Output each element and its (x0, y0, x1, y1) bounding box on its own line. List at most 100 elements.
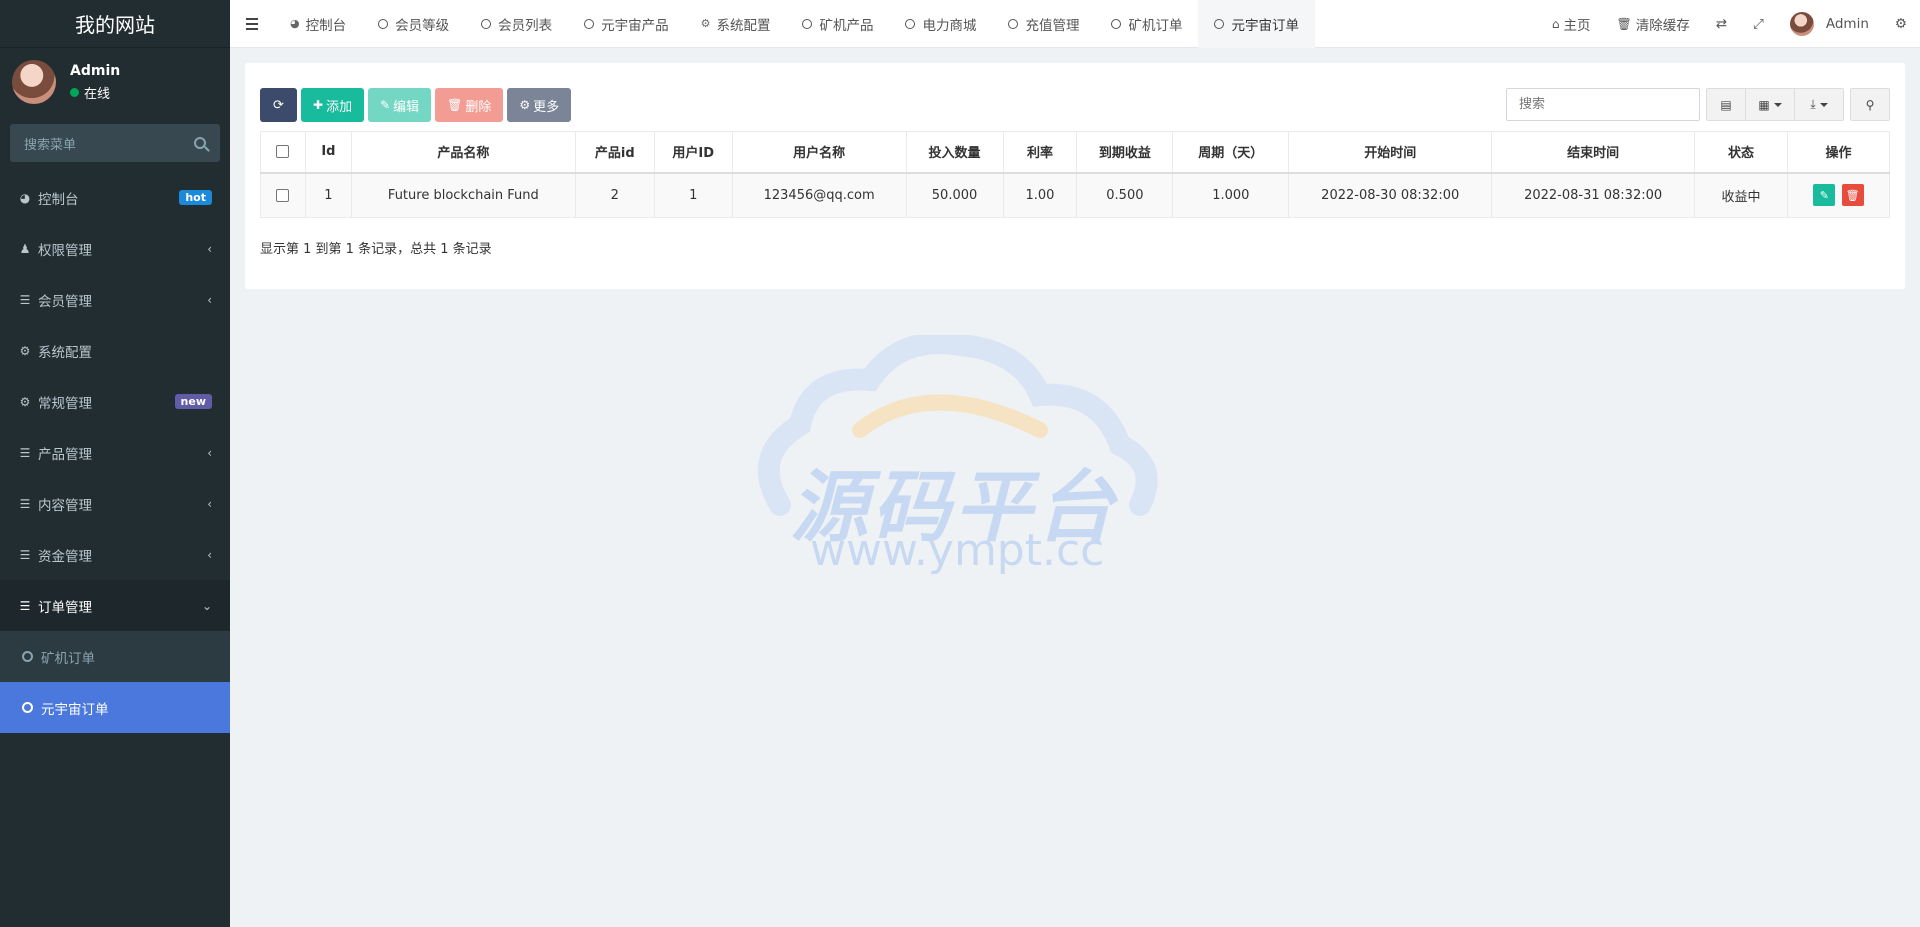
list-icon: ☰ (19, 445, 31, 460)
sidebar-item-system-config[interactable]: ⚙ 系统配置 (0, 325, 230, 376)
columns-button[interactable]: ▦ (1746, 88, 1795, 121)
column-header[interactable]: 开始时间 (1288, 131, 1493, 174)
site-brand[interactable]: 我的网站 (0, 0, 230, 48)
table-row[interactable]: 1 Future blockchain Fund 2 1 123456@qq.c… (260, 172, 1891, 218)
tab-power-mall[interactable]: 电力商城 (889, 0, 992, 48)
cell-operations: ✎ 🗑 (1786, 172, 1891, 218)
export-icon: ⤓ (1810, 97, 1816, 111)
search-icon[interactable] (194, 137, 206, 149)
tab-label: 矿机订单 (1128, 17, 1183, 34)
delete-label: 删除 (465, 98, 492, 114)
sidebar-item-label: 产品管理 (38, 446, 92, 463)
advanced-search-button[interactable]: ⚲ (1850, 88, 1890, 121)
column-header[interactable]: 用户ID (653, 131, 733, 174)
tab-miner-orders[interactable]: 矿机订单 (1095, 0, 1198, 48)
chevron-down-icon: ⌄ (201, 598, 212, 613)
tab-label: 会员列表 (498, 17, 553, 34)
cell-status: 收益中 (1694, 172, 1788, 218)
tab-label: 电力商城 (922, 17, 977, 34)
column-header[interactable]: 到期收益 (1076, 131, 1174, 174)
cell-maturity-income: 0.500 (1076, 172, 1174, 218)
tab-recharge[interactable]: 充值管理 (992, 0, 1095, 48)
top-navbar: ◕ 控制台 会员等级 会员列表 元宇宙产品 ⚙ 系统配置 矿机产品 电力商城 充值管… (230, 0, 1920, 48)
tab-dashboard[interactable]: ◕ 控制台 (274, 0, 362, 48)
sidebar-subitem-metaverse-orders[interactable]: 元宇宙订单 (0, 682, 230, 733)
tab-metaverse-products[interactable]: 元宇宙产品 (568, 0, 685, 48)
toolbar: ⟳ ✚ 添加 ✎ 编辑 🗑 删除 ⚙ 更多 (260, 88, 572, 122)
trash-icon: 🗑 (1845, 188, 1860, 202)
chevron-left-icon: ‹ (207, 547, 212, 562)
tab-member-levels[interactable]: 会员等级 (362, 0, 465, 48)
sidebar-menu: ◕ 控制台 hot ♟ 权限管理 ‹ ☰ 会员管理 ‹ ⚙ 系统配置 ⚙ 常规管… (0, 172, 230, 631)
sidebar-item-permissions[interactable]: ♟ 权限管理 ‹ (0, 223, 230, 274)
caret-down-icon (1773, 102, 1782, 107)
tab-metaverse-orders[interactable]: 元宇宙订单 (1198, 0, 1315, 48)
add-label: 添加 (326, 98, 353, 114)
add-button[interactable]: ✚ 添加 (301, 88, 365, 122)
circle-icon (22, 702, 33, 713)
table-tools: ▤ ▦ ⤓ ⚲ (1506, 88, 1890, 121)
sidebar-item-content[interactable]: ☰ 内容管理 ‹ (0, 478, 230, 529)
toggle-view-button[interactable]: ▤ (1706, 88, 1746, 121)
caret-down-icon (1819, 102, 1828, 107)
table-search-input[interactable] (1506, 88, 1700, 121)
cell-user-id: 1 (653, 172, 733, 218)
column-header[interactable]: Id (304, 131, 352, 174)
column-header[interactable]: 产品名称 (350, 131, 576, 174)
tab-label: 控制台 (305, 17, 347, 34)
hamburger-icon[interactable] (230, 17, 274, 30)
row-select-cell (260, 172, 306, 218)
tab-label: 元宇宙产品 (601, 17, 669, 34)
chevron-left-icon: ‹ (207, 496, 212, 511)
sidebar-item-label: 会员管理 (38, 293, 92, 310)
more-button[interactable]: ⚙ 更多 (507, 88, 572, 122)
search-icon: ⚲ (1865, 97, 1875, 112)
tab-member-list[interactable]: 会员列表 (465, 0, 568, 48)
sidebar-item-label: 资金管理 (38, 548, 92, 565)
clear-cache-button[interactable]: 🗑 清除缓存 (1604, 0, 1703, 48)
column-header[interactable]: 利率 (1002, 131, 1078, 174)
column-header[interactable]: 用户名称 (731, 131, 907, 174)
column-header[interactable]: 状态 (1694, 131, 1788, 174)
language-icon[interactable]: ⇄ (1703, 0, 1740, 48)
menu-search-placeholder: 搜索菜单 (24, 137, 77, 153)
dashboard-icon: ◕ (290, 17, 300, 30)
export-button[interactable]: ⤓ (1795, 88, 1844, 121)
row-checkbox[interactable] (276, 188, 290, 202)
refresh-button[interactable]: ⟳ (260, 88, 297, 122)
column-header[interactable]: 周期（天） (1172, 131, 1290, 174)
pencil-icon: ✎ (1819, 188, 1830, 202)
sidebar-item-products[interactable]: ☰ 产品管理 ‹ (0, 427, 230, 478)
column-header[interactable]: 产品id (574, 131, 655, 174)
watermark-url: www.ympt.cc (810, 525, 1105, 576)
settings-icon[interactable]: ⚙ (1882, 0, 1920, 48)
cell-id: 1 (304, 172, 352, 218)
select-all-checkbox[interactable] (276, 145, 290, 159)
clear-cache-label: 清除缓存 (1635, 17, 1690, 34)
sidebar-subitem-miner-orders[interactable]: 矿机订单 (0, 631, 230, 682)
row-delete-button[interactable]: 🗑 (1841, 184, 1864, 207)
sidebar: 我的网站 Admin 在线 搜索菜单 ◕ 控制台 hot ♟ 权限管理 ‹ ☰ … (0, 0, 230, 927)
tab-miner-products[interactable]: 矿机产品 (786, 0, 889, 48)
cogs-icon: ⚙ (19, 394, 31, 409)
row-edit-button[interactable]: ✎ (1813, 184, 1836, 207)
home-link[interactable]: ⌂ 主页 (1539, 0, 1604, 48)
sidebar-item-dashboard[interactable]: ◕ 控制台 hot (0, 172, 230, 223)
fullscreen-icon[interactable]: ⤢ (1740, 0, 1777, 48)
cell-product-name: Future blockchain Fund (350, 172, 576, 218)
column-header[interactable]: 投入数量 (905, 131, 1004, 174)
sidebar-item-general[interactable]: ⚙ 常规管理 new (0, 376, 230, 427)
sidebar-item-orders[interactable]: ☰ 订单管理 ⌄ (0, 580, 230, 631)
user-status-label: 在线 (84, 86, 111, 102)
menu-search-input[interactable]: 搜索菜单 (10, 124, 220, 162)
sidebar-item-funds[interactable]: ☰ 资金管理 ‹ (0, 529, 230, 580)
edit-button[interactable]: ✎ 编辑 (368, 88, 432, 122)
delete-button[interactable]: 🗑 删除 (435, 88, 504, 122)
tab-system-config[interactable]: ⚙ 系统配置 (685, 0, 787, 48)
column-header[interactable]: 结束时间 (1491, 131, 1696, 174)
sidebar-item-members[interactable]: ☰ 会员管理 ‹ (0, 274, 230, 325)
content-panel: ⟳ ✚添加 ✎编辑 🗑删除 ⚙更多 ▤ ▦ ⤓ ⚲ Id 产品名称 产品id 用… (245, 63, 1905, 289)
user-name: Admin (70, 62, 121, 79)
admin-menu[interactable]: Admin (1777, 0, 1882, 48)
avatar (1789, 11, 1814, 36)
